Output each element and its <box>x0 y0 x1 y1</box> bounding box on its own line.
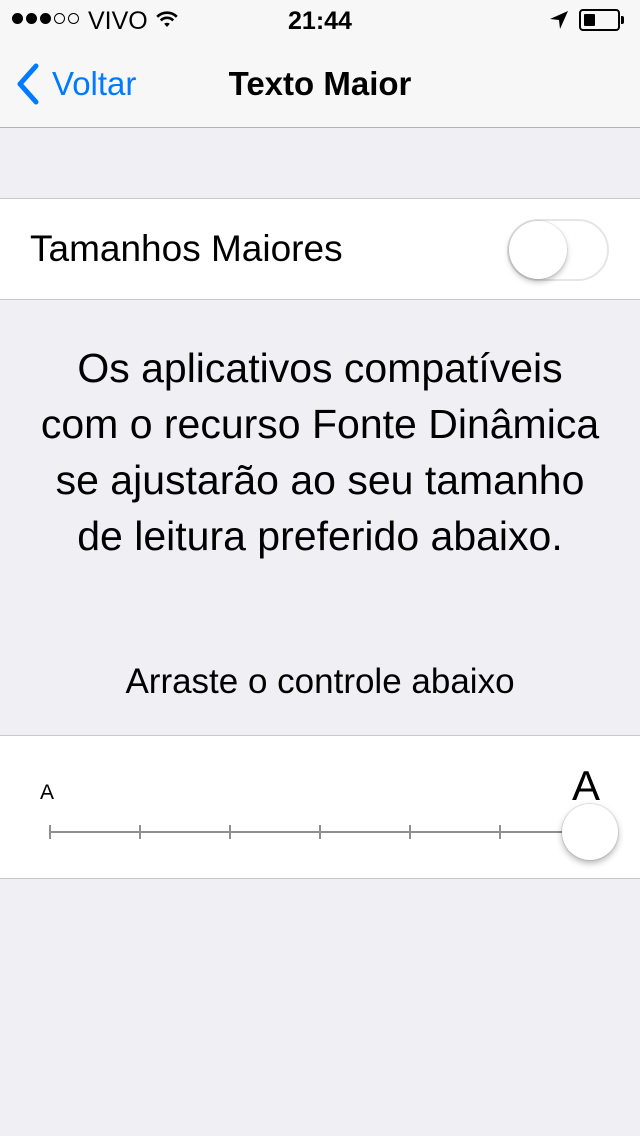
switch-knob <box>509 221 567 279</box>
slider-tick <box>319 825 321 839</box>
larger-sizes-label: Tamanhos Maiores <box>30 228 343 269</box>
description-text: Os aplicativos compatíveis com o recurso… <box>40 345 600 559</box>
small-text-label: A <box>40 781 55 804</box>
text-size-slider-thumb[interactable] <box>562 804 618 860</box>
slider-tick <box>499 825 501 839</box>
clock: 21:44 <box>288 7 352 35</box>
instruction-text: Arraste o controle abaixo <box>125 662 515 701</box>
battery-level <box>584 14 595 26</box>
status-bar: VIVO 21:44 <box>0 0 640 40</box>
slider-tick <box>139 825 141 839</box>
slider-tick <box>229 825 231 839</box>
battery-tip <box>621 16 624 24</box>
slider-tick <box>49 825 51 839</box>
battery-icon <box>579 9 625 31</box>
location-arrow-icon <box>550 11 568 29</box>
battery-body <box>579 9 620 31</box>
large-text-label: A <box>572 762 601 809</box>
slider-tick <box>409 825 411 839</box>
larger-sizes-cell: Tamanhos Maiores <box>0 198 640 300</box>
page-title: Texto Maior <box>228 65 412 102</box>
text-size-slider-cell: A A <box>0 735 640 879</box>
larger-sizes-switch[interactable] <box>507 219 609 281</box>
navigation-bar: Voltar Texto Maior <box>0 40 640 128</box>
